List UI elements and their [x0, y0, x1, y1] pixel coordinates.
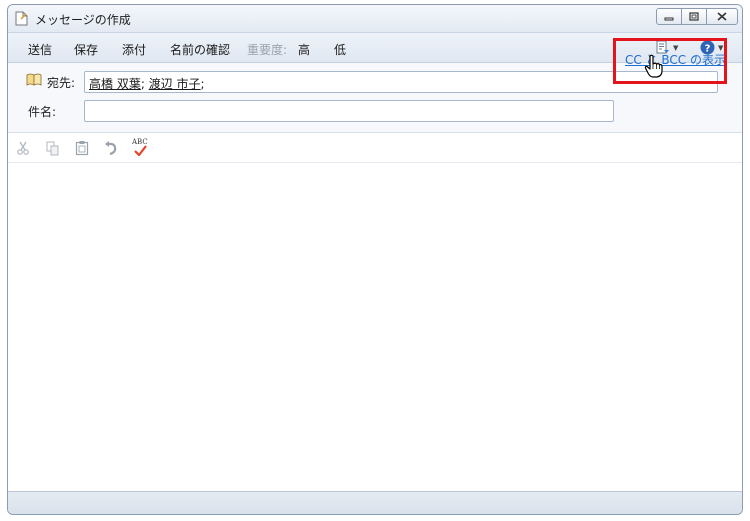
hand-cursor-icon	[644, 54, 663, 78]
minimize-icon	[664, 17, 674, 20]
importance-low-button[interactable]: 低	[334, 41, 346, 58]
compose-window: メッセージの作成 送信 保存 添付 名前の確認 重要度: 高 低 ▼ ? ▼ 宛…	[7, 4, 743, 515]
importance-high-button[interactable]: 高	[298, 41, 310, 58]
status-bar	[8, 491, 742, 514]
send-button[interactable]: 送信	[28, 41, 52, 58]
title-bar: メッセージの作成	[8, 5, 742, 33]
close-button[interactable]	[706, 8, 738, 25]
window-title: メッセージの作成	[35, 13, 131, 27]
highlight-annotation	[613, 38, 727, 84]
check-names-button[interactable]: 名前の確認	[170, 41, 230, 58]
recipient-2[interactable]: 渡辺 市子	[149, 77, 201, 91]
maximize-icon	[689, 12, 699, 21]
undo-icon[interactable]	[103, 140, 119, 156]
subject-field[interactable]	[84, 100, 614, 122]
recipient-separator: ;	[200, 77, 205, 91]
formatting-toolbar: ABC	[8, 133, 742, 163]
to-label: 宛先:	[47, 76, 76, 90]
importance-label: 重要度:	[247, 43, 288, 57]
close-icon	[717, 12, 727, 21]
recipient-list: 高橋 双葉; 渡辺 市子;	[89, 75, 205, 92]
message-body[interactable]	[8, 164, 742, 492]
paste-icon[interactable]	[74, 140, 90, 156]
address-book-icon[interactable]	[26, 73, 42, 86]
copy-icon[interactable]	[45, 140, 61, 156]
maximize-button[interactable]	[681, 8, 707, 25]
save-button[interactable]: 保存	[74, 41, 98, 58]
cut-icon[interactable]	[15, 140, 31, 156]
recipient-separator: ;	[140, 77, 145, 91]
attach-button[interactable]: 添付	[122, 41, 146, 58]
new-document-icon	[15, 11, 28, 26]
minimize-button[interactable]	[656, 8, 682, 25]
recipient-1[interactable]: 高橋 双葉	[89, 77, 141, 91]
window-controls	[656, 8, 738, 25]
spellcheck-button[interactable]: ABC	[131, 138, 151, 156]
spellcheck-icon	[134, 145, 147, 156]
subject-label: 件名:	[28, 105, 57, 119]
